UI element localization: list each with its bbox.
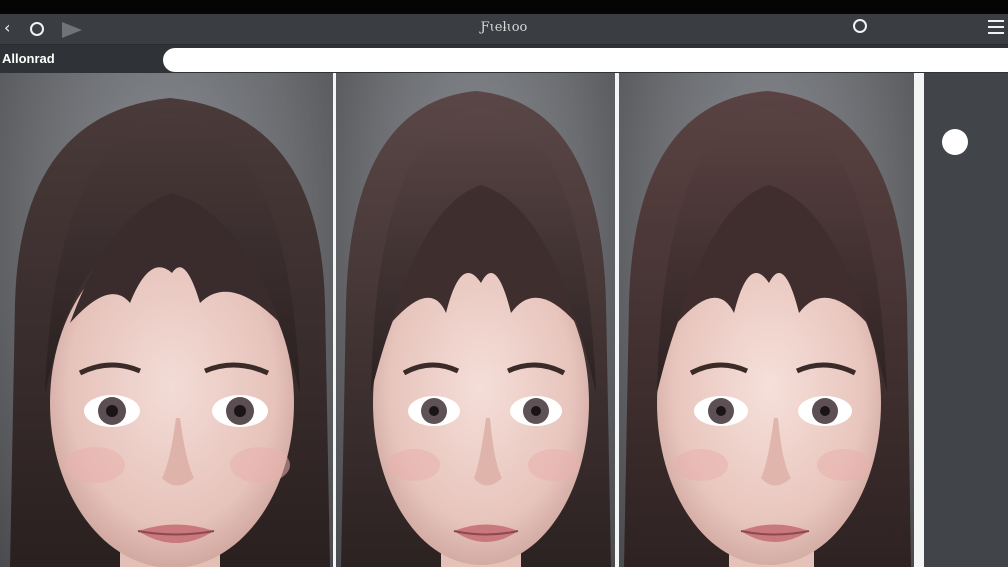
toolbar: Allonrad: [0, 45, 1008, 73]
portrait-image-2: [341, 91, 611, 567]
top-bezel: [0, 0, 1008, 14]
search-input[interactable]: [163, 48, 1008, 72]
portrait-panel-1[interactable]: [0, 73, 333, 567]
title-bar: ‹ Ƒɩeƚɩoo: [0, 14, 1008, 45]
circle-icon[interactable]: [853, 19, 867, 33]
menu-icon[interactable]: [988, 20, 1004, 34]
portrait-image-3: [624, 91, 911, 567]
radio-dot-icon[interactable]: [942, 129, 968, 155]
portrait-panel-2[interactable]: [336, 73, 615, 567]
portrait-image-1: [10, 98, 330, 567]
portrait-panel-3[interactable]: [619, 73, 914, 567]
toolbar-label: Allonrad: [2, 51, 55, 66]
right-sidebar: [924, 73, 1008, 567]
image-gallery: [0, 73, 924, 567]
